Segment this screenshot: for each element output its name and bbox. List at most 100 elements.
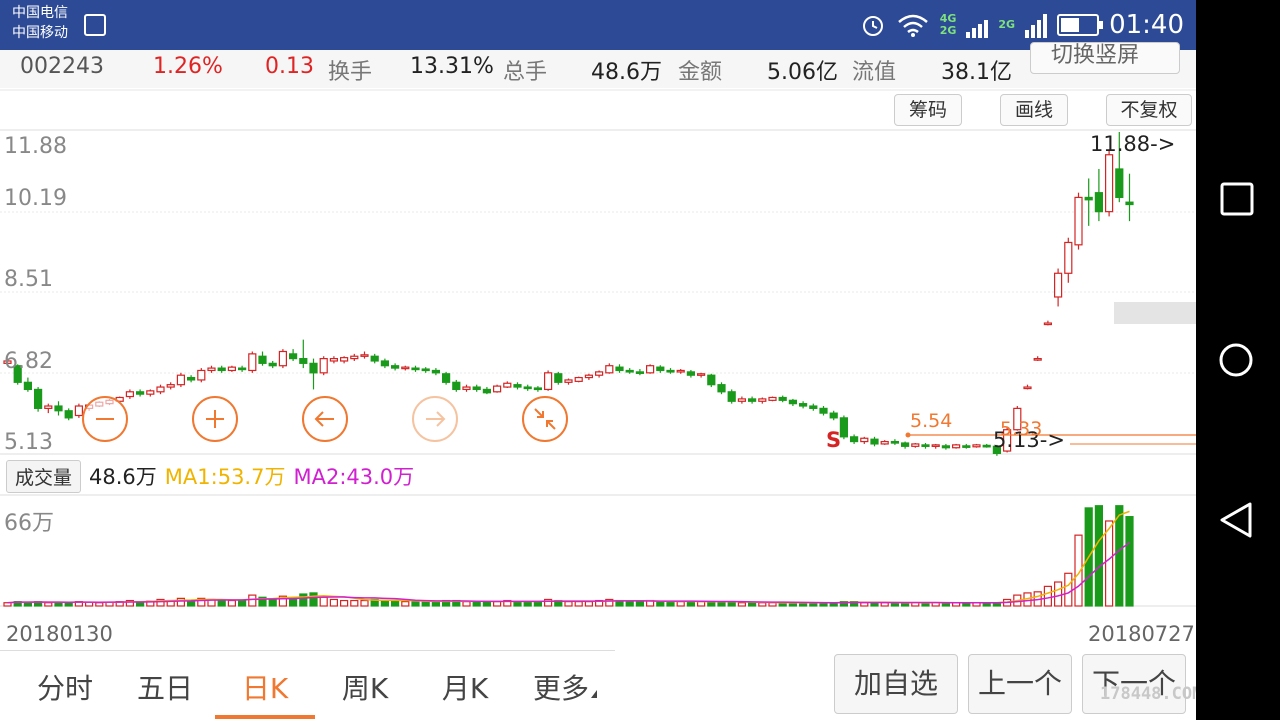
- tab-more-label: 更多: [532, 672, 589, 705]
- candle-body: [605, 365, 614, 374]
- collapse-icon: [534, 408, 556, 430]
- candle-body: [1043, 322, 1053, 326]
- candle-body: [309, 362, 318, 374]
- candle-body: [44, 405, 53, 409]
- volume-bar: [289, 597, 298, 607]
- candle-body: [594, 371, 604, 376]
- candle-body: [870, 438, 879, 445]
- add-watchlist-button[interactable]: 加自选: [834, 654, 958, 714]
- volume-bar: [95, 602, 104, 607]
- candle-body: [1125, 201, 1134, 206]
- period-tabs: 分时 五日 日K 周K 月K 更多: [0, 650, 615, 720]
- candle-body: [482, 388, 491, 394]
- candle-body: [656, 366, 665, 372]
- candle-body: [839, 417, 849, 438]
- volume-bar: [513, 601, 522, 607]
- tab-monthly-k[interactable]: 月K: [415, 667, 515, 707]
- volume-bar: [686, 601, 696, 607]
- candle-body: [23, 381, 32, 391]
- candle-body: [1033, 358, 1042, 361]
- candle-body: [900, 442, 910, 447]
- arrow-right-icon: [426, 411, 446, 427]
- candle-body: [615, 366, 624, 372]
- candle-body: [54, 405, 63, 412]
- candle-body: [329, 358, 338, 362]
- candle-body: [645, 365, 655, 374]
- tab-weekly-k[interactable]: 周K: [315, 667, 415, 707]
- candle-body: [747, 398, 757, 402]
- candle-body: [278, 350, 287, 367]
- volume-bar: [676, 601, 685, 607]
- candle-body: [442, 373, 451, 383]
- volume-bar: [493, 601, 502, 607]
- volume-bar: [1043, 585, 1053, 607]
- candle-body: [666, 369, 675, 373]
- candle-body: [1053, 272, 1063, 298]
- volume-bar: [1115, 505, 1124, 607]
- watermark: 178448.COM: [1100, 684, 1203, 704]
- candle-body: [258, 355, 267, 364]
- volume-bar: [1104, 520, 1114, 607]
- candle-body: [176, 374, 185, 386]
- volume-indicator-button[interactable]: 成交量: [6, 459, 82, 493]
- recent-apps-icon[interactable]: [1218, 180, 1258, 220]
- volume-bar: [656, 601, 665, 607]
- tab-daily-k[interactable]: 日K: [215, 667, 315, 707]
- scroll-left-button[interactable]: [302, 396, 348, 442]
- volume-bar: [329, 598, 338, 607]
- candle-body: [207, 367, 216, 372]
- candle-body: [707, 374, 716, 386]
- zoom-in-button[interactable]: [192, 396, 238, 442]
- back-icon[interactable]: [1218, 500, 1258, 540]
- volume-max-label: 66万: [4, 511, 54, 536]
- collapse-button[interactable]: [522, 396, 568, 442]
- y-tick-5: 5.13: [4, 430, 53, 455]
- avg-label-1: 5.54: [910, 410, 953, 432]
- volume-ma1: MA1:53.7万: [164, 465, 286, 489]
- android-nav-bar: [1196, 0, 1280, 720]
- avg-label-2: 5.33: [1000, 418, 1043, 440]
- volume-bar: [747, 602, 757, 607]
- volume-bar: [360, 599, 369, 607]
- tab-more[interactable]: 更多: [515, 667, 615, 707]
- candle-body: [136, 391, 145, 395]
- scroll-right-button[interactable]: [412, 396, 458, 442]
- candle-body: [686, 371, 696, 376]
- volume-bar: [574, 601, 583, 607]
- arrow-left-icon: [314, 411, 334, 427]
- volume-bar: [472, 601, 481, 607]
- candle-body: [268, 362, 277, 367]
- tab-five-day[interactable]: 五日: [115, 667, 215, 707]
- candle-body: [1064, 241, 1073, 274]
- volume-bar: [523, 601, 532, 607]
- volume-ma2: MA2:43.0万: [293, 465, 415, 489]
- candle-body: [1094, 192, 1104, 213]
- volume-bar: [248, 594, 257, 607]
- candle-body: [421, 368, 430, 372]
- candle-body: [584, 374, 594, 379]
- home-icon[interactable]: [1218, 340, 1258, 380]
- zoom-out-button[interactable]: [82, 396, 128, 442]
- tab-intraday[interactable]: 分时: [15, 667, 115, 707]
- volume-bar: [350, 599, 359, 607]
- candle-body: [187, 376, 196, 381]
- candle-body: [350, 355, 359, 360]
- y-tick-2: 10.19: [4, 186, 67, 211]
- volume-bar: [482, 601, 491, 607]
- volume-bar: [401, 601, 410, 607]
- price-highlight-band: [1114, 302, 1196, 324]
- volume-bar: [309, 592, 318, 607]
- volume-bar: [737, 602, 747, 607]
- kline-chart[interactable]: [0, 0, 1196, 650]
- candle-body: [462, 386, 471, 391]
- previous-stock-button[interactable]: 上一个: [968, 654, 1072, 714]
- candle-body: [962, 445, 971, 448]
- candle-body: [1115, 168, 1124, 199]
- minus-icon: [96, 418, 114, 420]
- volume-ma2-line: [7, 541, 1130, 604]
- volume-bar: [1053, 581, 1063, 607]
- candle-body: [696, 373, 706, 376]
- volume-bar: [758, 602, 767, 607]
- candle-body: [248, 353, 257, 372]
- candle-body: [819, 407, 828, 414]
